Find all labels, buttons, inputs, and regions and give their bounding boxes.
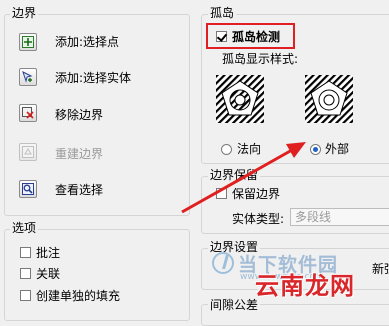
watermark-overlay: 云南龙网 bbox=[255, 272, 355, 300]
watermark-logo bbox=[212, 252, 234, 274]
